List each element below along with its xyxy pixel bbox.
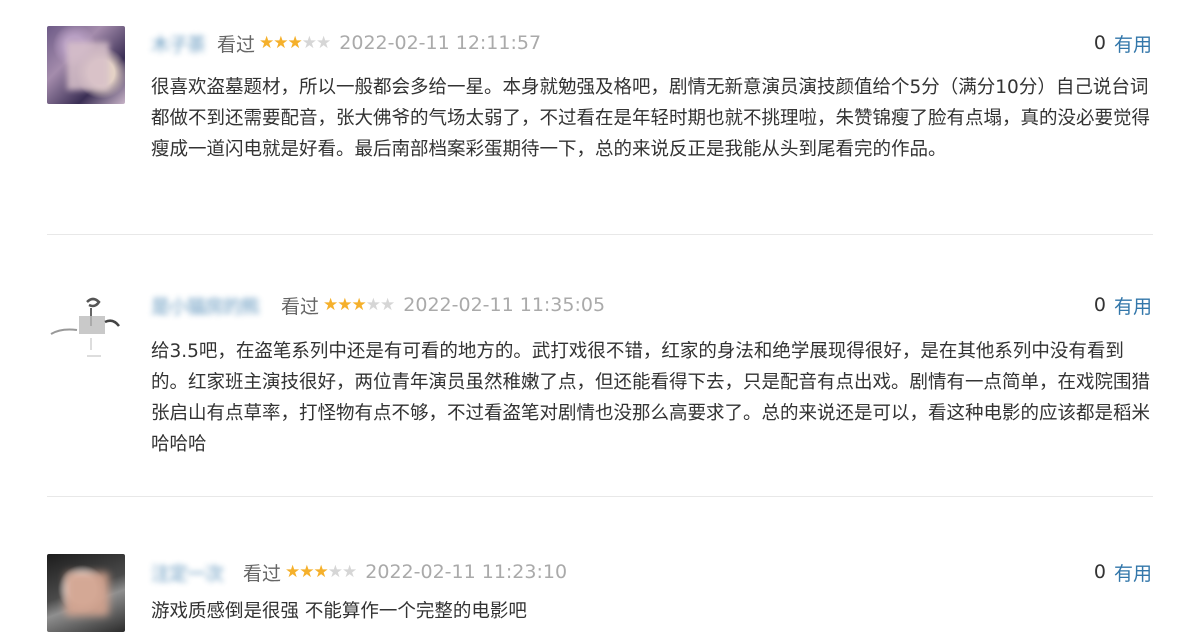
comment-time: 2022-02-11 12:11:57 <box>339 32 542 54</box>
comment-meta: 木子茶 看过 ★★★★★ 2022-02-11 12:11:57 <box>151 30 541 56</box>
vote-area: 0 有用 <box>1094 559 1152 585</box>
star-filled-icon: ★ <box>285 562 300 582</box>
comment-list: 木子茶 看过 ★★★★★ 2022-02-11 12:11:57 0 有用 很喜… <box>0 0 1200 644</box>
vote-area: 0 有用 <box>1094 292 1152 318</box>
avatar[interactable] <box>47 286 125 364</box>
rating-stars: ★★★★★ <box>323 295 395 315</box>
watch-status: 看过 <box>243 562 282 585</box>
comment-content: 游戏质感倒是很强 不能算作一个完整的电影吧 <box>151 601 527 622</box>
comment-content: 很喜欢盗墓题材，所以一般都会多给一星。本身就勉强及格吧，剧情无新意演员演技颜值给… <box>151 77 1151 160</box>
useful-button[interactable]: 有用 <box>1114 559 1152 586</box>
useful-button[interactable]: 有用 <box>1114 292 1152 319</box>
vote-count: 0 <box>1093 294 1106 316</box>
star-filled-icon: ★ <box>323 295 338 315</box>
star-filled-icon: ★ <box>351 295 367 315</box>
star-filled-icon: ★ <box>299 562 314 582</box>
star-empty-icon: ★ <box>316 33 331 53</box>
avatar[interactable] <box>47 554 125 632</box>
username-link[interactable]: 木子茶 <box>151 30 213 57</box>
vote-count: 0 <box>1093 32 1106 54</box>
star-filled-icon: ★ <box>259 33 274 53</box>
comment-time: 2022-02-11 11:23:10 <box>365 561 568 583</box>
star-filled-icon: ★ <box>287 33 303 53</box>
comment-time: 2022-02-11 11:35:05 <box>403 294 606 316</box>
star-filled-icon: ★ <box>337 295 352 315</box>
username-link[interactable]: 注定一次 <box>151 559 239 586</box>
star-empty-icon: ★ <box>301 33 317 53</box>
avatar[interactable] <box>47 26 125 104</box>
watch-status: 看过 <box>281 295 320 318</box>
star-empty-icon: ★ <box>327 562 343 582</box>
star-empty-icon: ★ <box>380 295 395 315</box>
comment-content: 给3.5吧，在盗笔系列中还是有可看的地方的。武打戏很不错，红家的身法和绝学展现得… <box>151 341 1151 455</box>
username-link[interactable]: 是小猫房的熊 <box>151 292 277 319</box>
comment-meta: 注定一次 看过 ★★★★★ 2022-02-11 11:23:10 <box>151 559 567 585</box>
rating-stars: ★★★★★ <box>259 33 331 53</box>
avatar-doodle-icon <box>50 297 120 357</box>
star-filled-icon: ★ <box>313 562 329 582</box>
useful-button[interactable]: 有用 <box>1114 30 1152 57</box>
star-filled-icon: ★ <box>273 33 288 53</box>
divider <box>47 496 1153 497</box>
divider <box>47 234 1153 235</box>
vote-area: 0 有用 <box>1094 30 1152 56</box>
star-empty-icon: ★ <box>365 295 381 315</box>
comment-meta: 是小猫房的熊 看过 ★★★★★ 2022-02-11 11:35:05 <box>151 292 605 318</box>
vote-count: 0 <box>1093 561 1106 583</box>
star-empty-icon: ★ <box>342 562 357 582</box>
rating-stars: ★★★★★ <box>285 562 357 582</box>
watch-status: 看过 <box>217 33 256 56</box>
